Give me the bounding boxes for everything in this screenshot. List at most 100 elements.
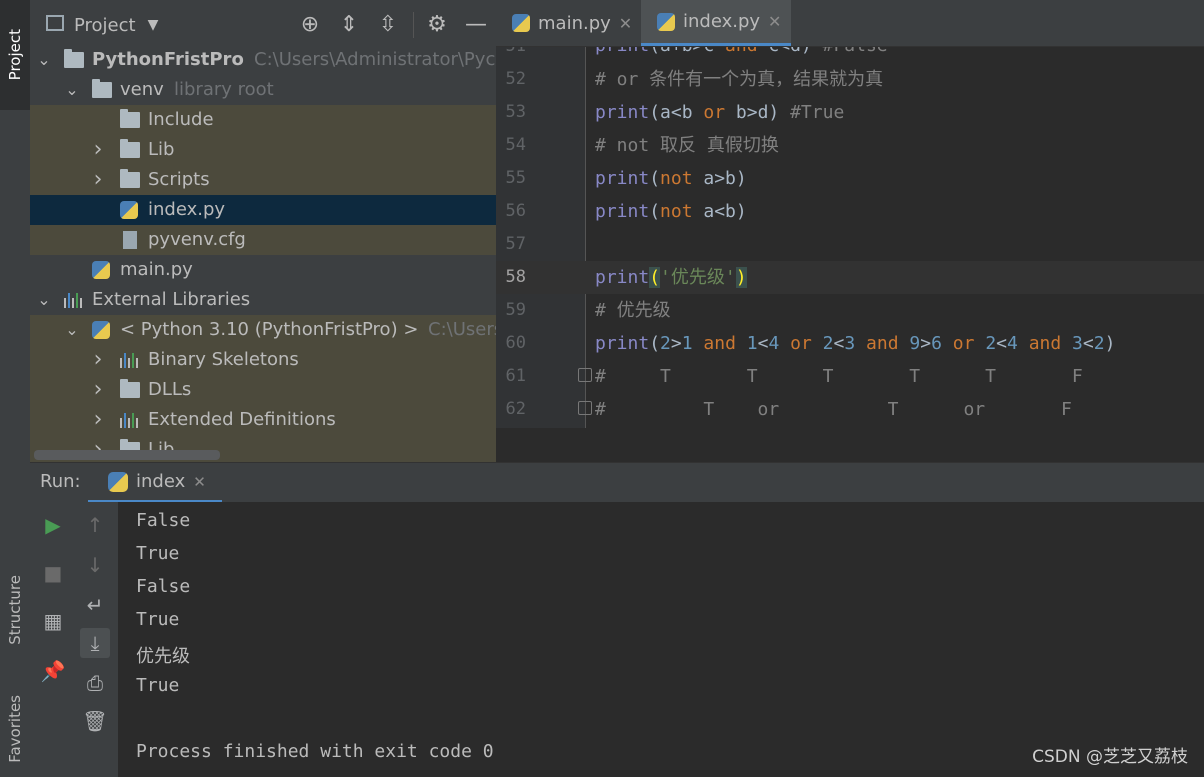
rerun-icon[interactable]: ▶: [38, 510, 68, 540]
tree-row[interactable]: pyvenv.cfg: [30, 225, 496, 255]
code-text: print(not a>b): [595, 162, 747, 195]
close-icon[interactable]: ✕: [768, 12, 781, 31]
code-token: 2: [822, 333, 834, 354]
down-arrow-icon[interactable]: ↓: [80, 550, 110, 580]
code-line[interactable]: 51print(a+b>c and c<d) #False: [496, 46, 1204, 63]
soft-wrap-icon[interactable]: ↵: [80, 590, 110, 620]
layout-icon[interactable]: ▦: [38, 606, 68, 636]
code-line[interactable]: 60 print(2>1 and 1<4 or 2<3 and 9>6 or 2<…: [496, 327, 1204, 360]
tree-row[interactable]: ⌄ venv library root: [30, 75, 496, 105]
tree-row-label: < Python 3.10 (PythonFristPro) >: [120, 319, 419, 340]
tree-row[interactable]: › Binary Skeletons: [30, 345, 496, 375]
code-token: and: [1028, 333, 1062, 354]
chevron-right-icon[interactable]: ›: [90, 135, 106, 165]
console-output[interactable]: False True False True 优先级 True Process finishe…: [118, 502, 1204, 777]
code-area[interactable]: 51print(a+b>c and c<d) #False 52 # or 条件有一…: [496, 46, 1204, 426]
fold-marker-icon[interactable]: [578, 401, 592, 415]
scroll-to-end-icon[interactable]: ⤓: [80, 628, 110, 658]
code-line[interactable]: 55 print(not a>b): [496, 162, 1204, 195]
folder-icon: [120, 109, 140, 128]
chevron-right-icon[interactable]: ›: [90, 405, 106, 435]
code-line[interactable]: 54 # not 取反 真假切换: [496, 129, 1204, 162]
chevron-down-icon[interactable]: ⌄: [36, 45, 52, 75]
trash-icon[interactable]: 🗑: [80, 706, 110, 736]
tool-tab-project[interactable]: Project: [0, 0, 30, 110]
chevron-right-icon[interactable]: ›: [90, 165, 106, 195]
chevron-down-icon[interactable]: ▼: [140, 12, 166, 38]
gear-icon[interactable]: ⚙: [424, 12, 450, 38]
code-line[interactable]: 56 print(not a<b): [496, 195, 1204, 228]
code-token: c<d): [758, 46, 823, 56]
chevron-down-icon[interactable]: ⌄: [64, 315, 80, 345]
python-file-icon: [120, 201, 138, 219]
hide-icon[interactable]: —: [463, 12, 489, 38]
locate-icon[interactable]: ⊕: [297, 12, 323, 38]
library-bar: [132, 353, 134, 368]
tool-tab-structure[interactable]: Structure: [0, 560, 30, 660]
stop-icon[interactable]: ■: [38, 558, 68, 588]
code-token: print: [595, 333, 650, 354]
tree-row-hint: C:\Users\A: [428, 319, 496, 340]
tree-row[interactable]: ⌄ PythonFristPro C:\Users\Administrator\Py…: [30, 45, 496, 75]
code-line[interactable]: 58 print('优先级'): [496, 261, 1204, 294]
library-bar: [72, 298, 74, 308]
tree-row[interactable]: index.py: [30, 195, 496, 225]
tree-row-label: index.py: [148, 199, 226, 220]
tree-row[interactable]: main.py: [30, 255, 496, 285]
line-number: 57: [505, 234, 526, 254]
code-token: print: [595, 102, 650, 123]
close-icon[interactable]: ✕: [619, 14, 632, 33]
code-token: print: [595, 201, 650, 222]
code-line[interactable]: 53 print(a<b or b>d) #True: [496, 96, 1204, 129]
run-tab-index[interactable]: index ✕: [88, 463, 222, 503]
tree-row[interactable]: › Extended Definitions: [30, 405, 496, 435]
tree-row-hint: C:\Users\Administrator\Pychar: [254, 49, 496, 70]
project-title[interactable]: Project: [74, 15, 136, 36]
up-arrow-icon[interactable]: ↑: [80, 510, 110, 540]
tree-row-label: PythonFristPro: [92, 49, 244, 70]
code-line[interactable]: 52 # or 条件有一个为真，结果就为真: [496, 63, 1204, 96]
line-number: 58: [505, 267, 526, 287]
code-line[interactable]: 62 # T or T or F: [496, 393, 1204, 426]
line-number: 52: [505, 69, 526, 89]
line-number: 53: [505, 102, 526, 122]
tab-main-py[interactable]: main.py ✕: [496, 0, 639, 46]
code-token: or: [952, 333, 975, 354]
print-icon[interactable]: ⎙: [80, 668, 110, 698]
tab-index-py[interactable]: index.py ✕: [641, 0, 791, 46]
code-line[interactable]: 59 # 优先级: [496, 294, 1204, 327]
code-token: not: [660, 168, 693, 189]
python-file-icon: [512, 14, 530, 32]
expand-all-icon[interactable]: ⇕: [336, 12, 362, 38]
horizontal-scrollbar[interactable]: [34, 450, 220, 460]
console-line: 优先级: [136, 646, 190, 667]
code-text: # T or T or F: [595, 393, 1072, 426]
tree-row[interactable]: › Lib: [30, 135, 496, 165]
code-token: (: [649, 201, 661, 222]
tool-tab-favorites-label: Favorites: [6, 694, 24, 763]
tree-row[interactable]: › Scripts: [30, 165, 496, 195]
code-token: and: [866, 333, 899, 354]
code-token: '优先级': [660, 267, 736, 288]
run-header: Run: index ✕: [30, 462, 1204, 503]
code-line[interactable]: 57: [496, 228, 1204, 261]
close-icon[interactable]: ✕: [193, 473, 206, 491]
tree-row[interactable]: Include: [30, 105, 496, 135]
collapse-all-icon[interactable]: ⇳: [375, 12, 401, 38]
tree-row[interactable]: › DLLs: [30, 375, 496, 405]
pin-icon[interactable]: 📌: [38, 656, 68, 686]
chevron-right-icon[interactable]: ›: [90, 375, 106, 405]
chevron-right-icon[interactable]: ›: [90, 345, 106, 375]
fold-marker-icon[interactable]: [578, 368, 592, 382]
tool-tab-favorites[interactable]: Favorites: [0, 680, 30, 777]
chevron-down-icon[interactable]: ⌄: [36, 285, 52, 315]
tree-row[interactable]: ⌄ < Python 3.10 (PythonFristPro) > C:\User…: [30, 315, 496, 345]
folder-icon: [92, 79, 112, 98]
code-token: #True: [790, 102, 845, 123]
tree-row[interactable]: ⌄ External Libraries: [30, 285, 496, 315]
tree-row-label: DLLs: [148, 379, 192, 400]
python-icon: [108, 471, 128, 492]
code-line[interactable]: 61 # T T T T T F: [496, 360, 1204, 393]
chevron-down-icon[interactable]: ⌄: [64, 75, 80, 105]
